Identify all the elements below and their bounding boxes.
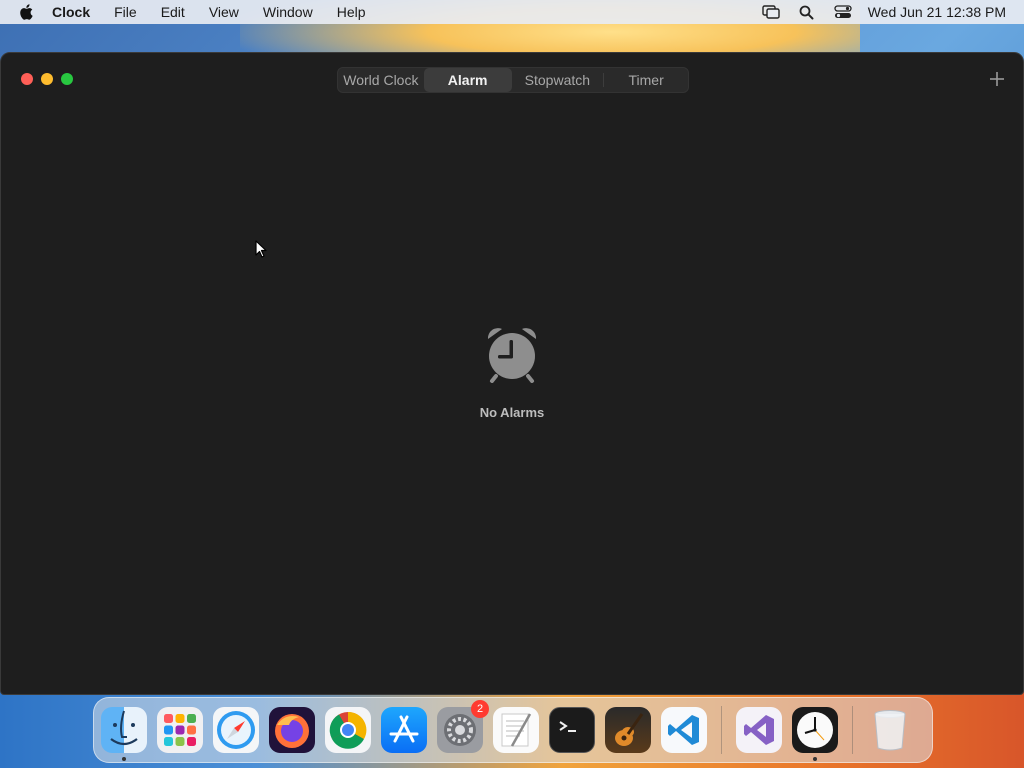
garageband-icon — [615, 713, 644, 746]
apple-menu-icon[interactable] — [18, 0, 38, 24]
textedit-icon — [501, 713, 532, 747]
dock-textedit[interactable] — [493, 707, 539, 753]
dock-separator — [721, 706, 722, 754]
menu-window[interactable]: Window — [263, 4, 313, 20]
minimize-button[interactable] — [41, 73, 53, 85]
dock-launchpad[interactable] — [157, 707, 203, 753]
dock-safari[interactable] — [213, 707, 259, 753]
notification-badge: 2 — [471, 700, 489, 718]
dock-trash[interactable] — [867, 707, 913, 753]
tab-alarm[interactable]: Alarm — [423, 68, 512, 92]
menu-view[interactable]: View — [209, 4, 239, 20]
terminal-icon — [559, 721, 576, 732]
plus-icon — [990, 72, 1004, 86]
dock-finder[interactable] — [101, 707, 147, 761]
menu-bar-clock[interactable]: Wed Jun 21 12:38 PM — [868, 4, 1006, 20]
firefox-icon — [275, 714, 309, 748]
tab-stopwatch[interactable]: Stopwatch — [512, 68, 604, 92]
running-indicator — [813, 757, 817, 761]
zoom-button[interactable] — [61, 73, 73, 85]
dock-garageband[interactable] — [605, 707, 651, 753]
dock-clock[interactable] — [792, 707, 838, 761]
dock-system-settings[interactable]: 2 — [437, 700, 489, 753]
dock-separator — [852, 706, 853, 754]
safari-icon — [217, 711, 255, 749]
dock-firefox[interactable] — [269, 707, 315, 753]
app-store-icon — [389, 715, 419, 743]
menu-edit[interactable]: Edit — [161, 4, 185, 20]
finder-icon — [110, 710, 138, 746]
dock: 2 — [93, 697, 933, 763]
vscode-icon — [668, 715, 699, 745]
dock-vscode[interactable] — [661, 707, 707, 753]
clock-icon — [797, 712, 833, 748]
tab-timer[interactable]: Timer — [604, 68, 688, 92]
trash-icon — [874, 710, 906, 751]
spotlight-search-icon[interactable] — [796, 3, 818, 21]
close-button[interactable] — [21, 73, 33, 85]
segmented-tab-control: World Clock Alarm Stopwatch Timer — [337, 67, 689, 93]
menu-help[interactable]: Help — [337, 4, 366, 20]
clock-window: World Clock Alarm Stopwatch Timer No Ala… — [0, 52, 1024, 695]
dock-terminal[interactable] — [549, 707, 595, 753]
alarm-clock-icon — [487, 328, 537, 383]
menu-app-name[interactable]: Clock — [52, 4, 90, 20]
empty-state: No Alarms — [1, 325, 1023, 420]
menu-bar: Clock File Edit View Window Help Wed Jun… — [0, 0, 1024, 24]
launchpad-icon — [164, 714, 196, 746]
tab-world-clock[interactable]: World Clock — [338, 68, 424, 92]
visual-studio-icon — [744, 715, 774, 745]
dock-chrome[interactable] — [325, 707, 371, 753]
dock-app-store[interactable] — [381, 707, 427, 753]
running-indicator — [122, 757, 126, 761]
control-center-icon[interactable] — [832, 3, 854, 21]
add-alarm-button[interactable] — [987, 69, 1007, 89]
menu-file[interactable]: File — [114, 4, 137, 20]
screen-mirroring-icon[interactable] — [760, 3, 782, 21]
no-alarms-text: No Alarms — [479, 405, 545, 420]
chrome-icon — [329, 711, 367, 749]
mouse-cursor-icon — [255, 240, 267, 258]
dock-visual-studio[interactable] — [736, 707, 782, 753]
window-controls — [21, 73, 73, 85]
